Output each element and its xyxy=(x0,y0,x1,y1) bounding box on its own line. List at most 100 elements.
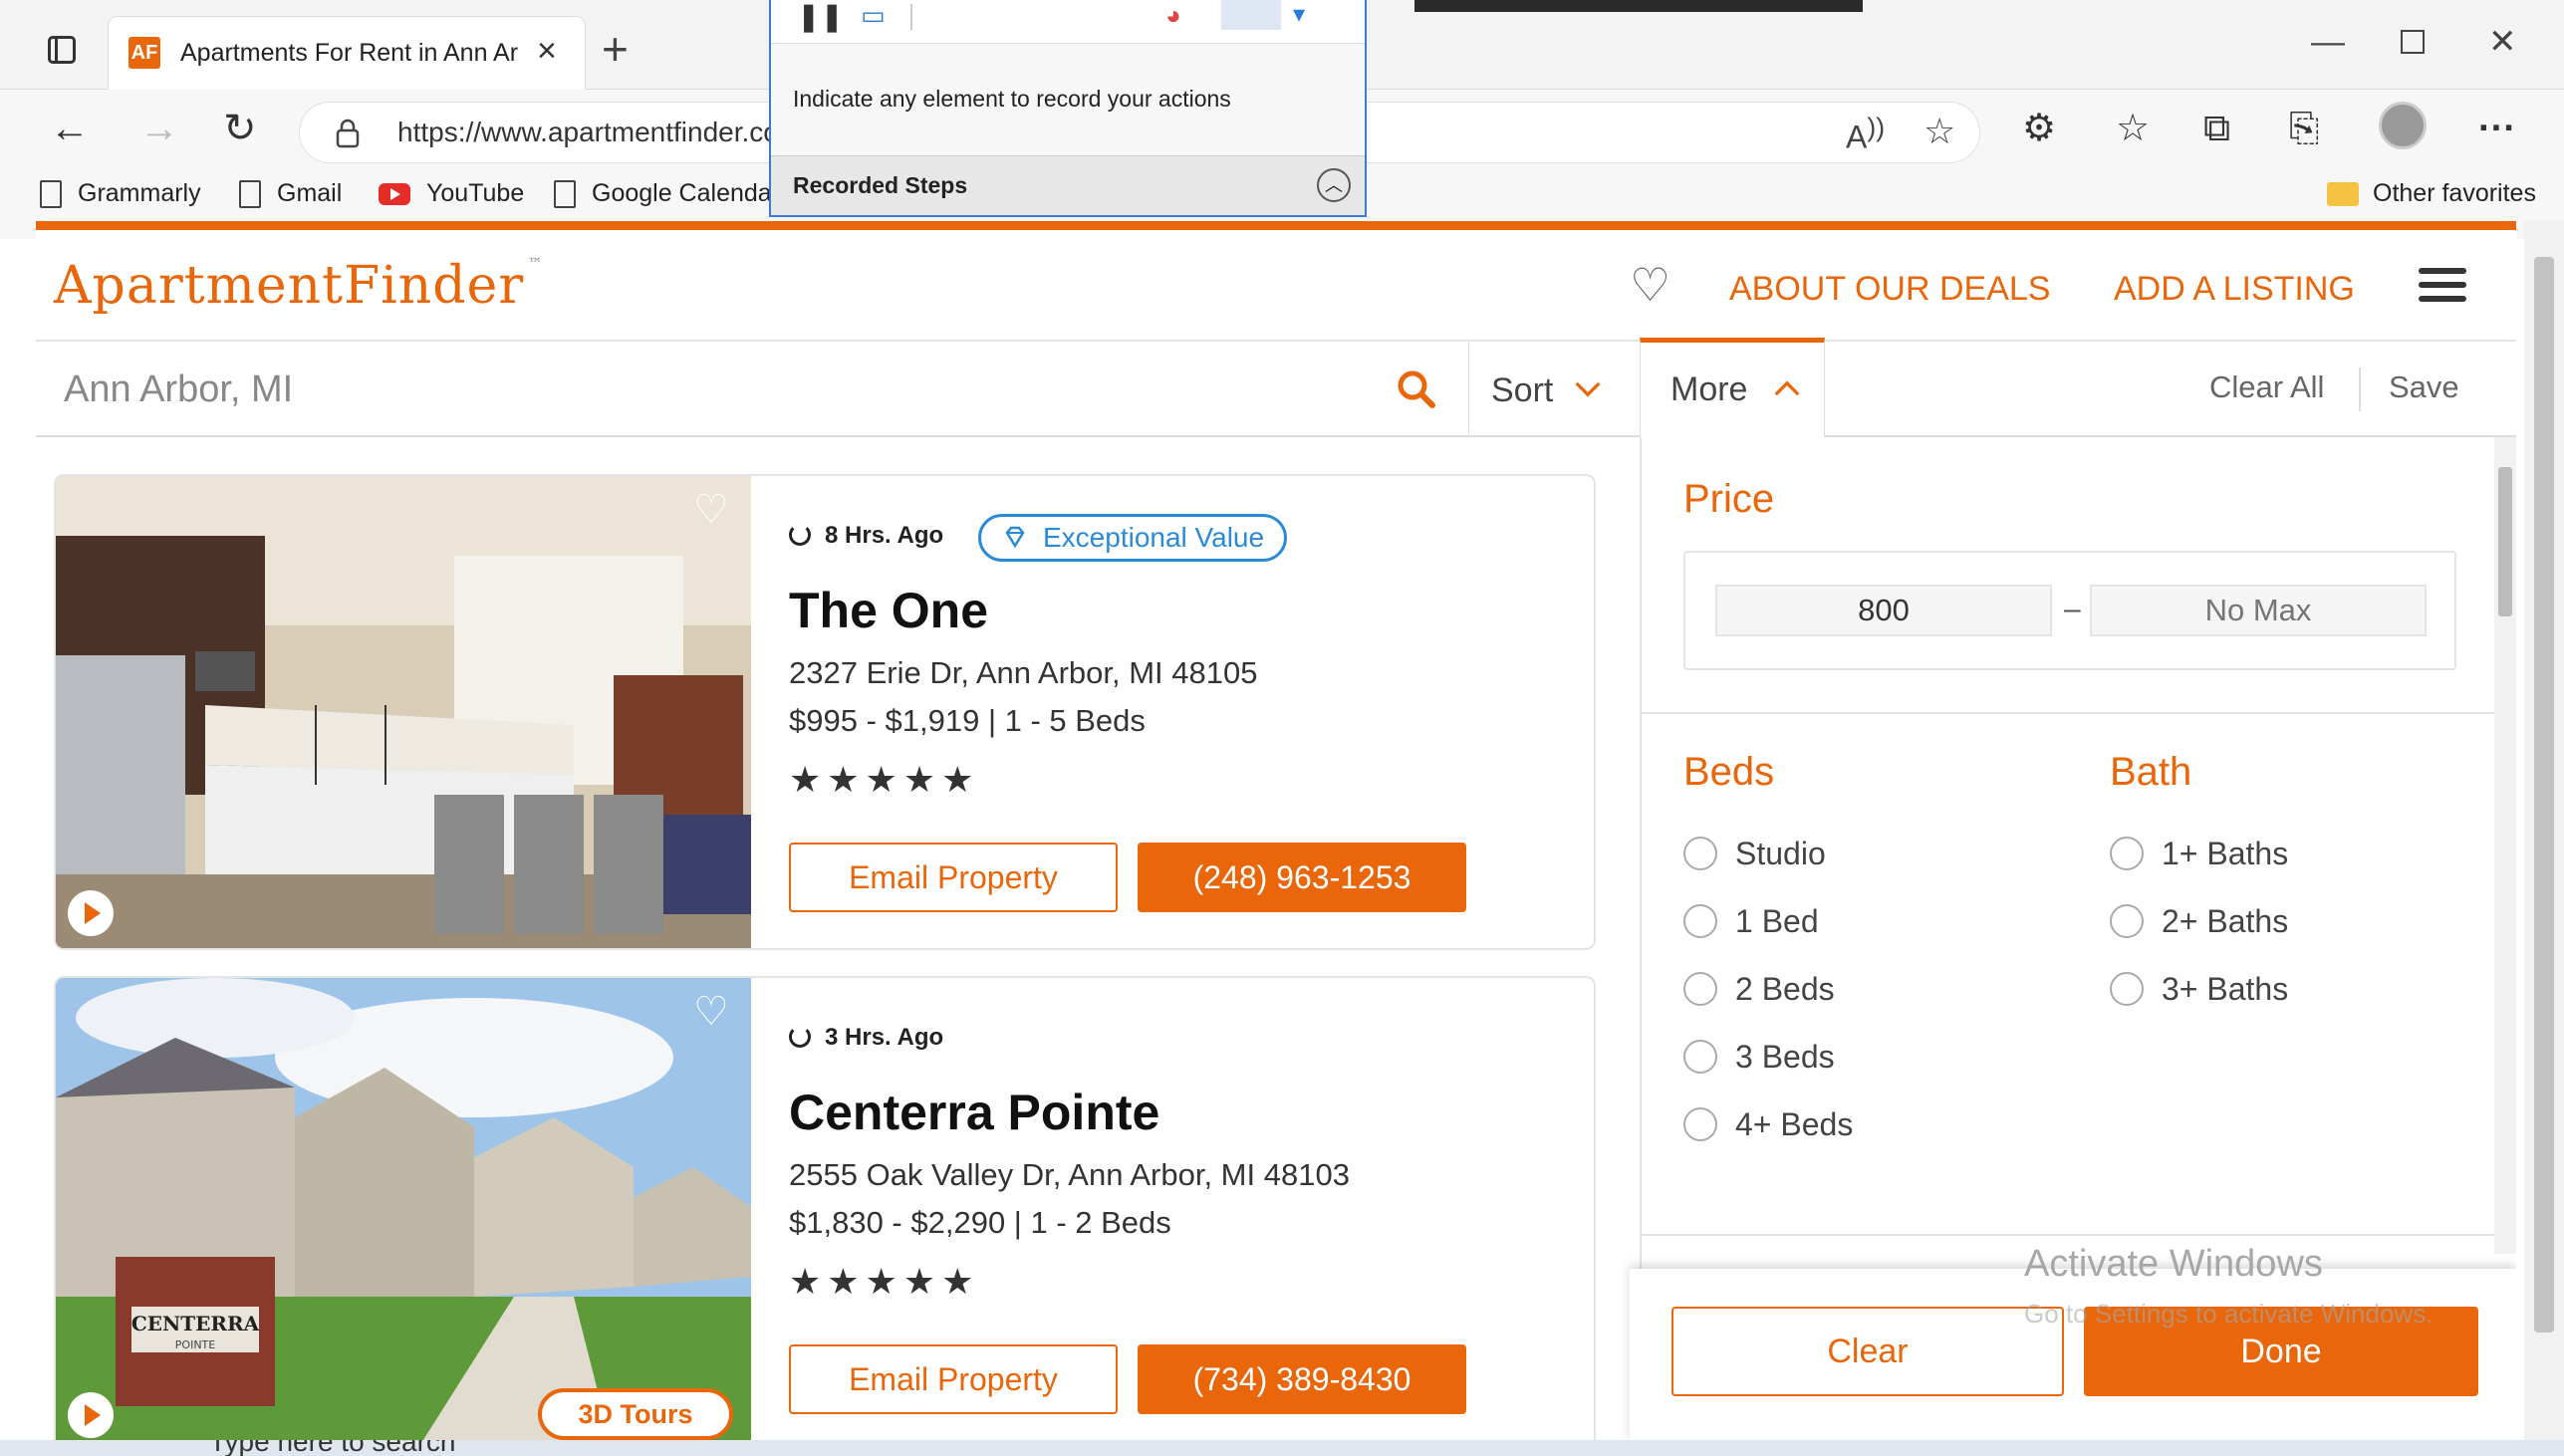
listing-details: 3 Hrs. Ago Centerra Pointe 2555 Oak Vall… xyxy=(789,978,1566,1442)
property-name[interactable]: The One xyxy=(789,582,988,639)
radio-button[interactable] xyxy=(2110,903,2144,938)
radio-button[interactable] xyxy=(2110,971,2144,1006)
email-property-button[interactable]: Email Property xyxy=(789,843,1118,912)
email-property-button[interactable]: Email Property xyxy=(789,1344,1118,1414)
phone-button[interactable]: (734) 389-8430 xyxy=(1138,1344,1466,1414)
activate-windows-watermark: Activate Windows xyxy=(2024,1243,2323,1285)
hamburger-menu-icon[interactable] xyxy=(2419,268,2466,306)
page-scrollbar[interactable] xyxy=(2524,221,2564,1442)
radio-button[interactable] xyxy=(1683,1039,1717,1074)
folder-icon xyxy=(2327,182,2359,207)
recorded-steps-header: Recorded Steps ︿ xyxy=(771,155,1365,215)
beds-option-3[interactable]: 3 Beds xyxy=(1683,1039,1835,1077)
collections-icon[interactable]: ⧉ xyxy=(2203,106,2230,151)
favorites-heart-icon[interactable]: ♡ xyxy=(1630,260,1670,310)
bath-heading: Bath xyxy=(2110,750,2192,794)
sort-label: Sort xyxy=(1491,371,1554,409)
read-aloud-icon[interactable]: A)) xyxy=(1846,113,1885,156)
nav-about-our-deals[interactable]: ABOUT OUR DEALS xyxy=(1729,270,2050,309)
site-header: ApartmentFinder ™ ♡ ABOUT OUR DEALS ADD A… xyxy=(36,230,2516,342)
sign-subtext: POINTE xyxy=(175,1338,215,1351)
beds-option-studio[interactable]: Studio xyxy=(1683,836,1826,873)
nav-add-a-listing[interactable]: ADD A LISTING xyxy=(2114,270,2355,309)
sync-icon[interactable]: ⎘ xyxy=(2289,106,2319,151)
beds-heading: Beds xyxy=(1683,750,1775,794)
price-max-input[interactable] xyxy=(2090,585,2427,636)
save-listing-heart-icon[interactable]: ♡ xyxy=(693,490,729,530)
bookmark-other-favorites[interactable]: Other favorites xyxy=(2327,179,2536,208)
panel-scrollbar[interactable] xyxy=(2494,437,2516,1254)
listing-photo[interactable]: CENTERRA POINTE ♡ 3D Tours xyxy=(56,978,751,1442)
save-search-link[interactable]: Save xyxy=(2389,369,2459,405)
more-filters-button[interactable]: More xyxy=(1640,338,1825,437)
tab-actions-icon[interactable] xyxy=(38,30,86,72)
taskbar-search-box[interactable]: Type here to search xyxy=(209,1440,455,1456)
site-logo[interactable]: ApartmentFinder ™ xyxy=(54,256,543,316)
search-filter-bar: Sort More Clear All Save xyxy=(36,338,2516,437)
bookmark-gmail[interactable]: Gmail xyxy=(239,179,342,209)
beds-option-4plus[interactable]: 4+ Beds xyxy=(1683,1106,1853,1144)
property-price-beds: $1,830 - $2,290 | 1 - 2 Beds xyxy=(789,1205,1171,1240)
help-icon[interactable]: ◕ xyxy=(1165,0,1181,31)
listing-photo[interactable]: ♡ xyxy=(56,476,751,948)
scrollbar-thumb[interactable] xyxy=(2498,467,2512,616)
radio-button[interactable] xyxy=(2110,836,2144,870)
phone-button[interactable]: (248) 963-1253 xyxy=(1138,843,1466,912)
forward-arrow-icon[interactable]: → xyxy=(139,104,179,153)
reload-icon[interactable]: ↻ xyxy=(223,104,257,153)
window-close-icon[interactable]: ✕ xyxy=(2488,22,2517,62)
refresh-icon xyxy=(789,1025,811,1048)
price-min-input[interactable] xyxy=(1715,585,2052,636)
settings-toggle[interactable] xyxy=(1221,0,1281,30)
browser-tab-active[interactable]: AF Apartments For Rent in Ann Arbor × xyxy=(108,16,586,90)
radio-button[interactable] xyxy=(1683,1106,1717,1141)
new-tab-icon[interactable]: + xyxy=(602,26,629,72)
radio-button[interactable] xyxy=(1683,971,1717,1006)
youtube-icon xyxy=(379,183,410,206)
radio-button[interactable] xyxy=(1683,836,1717,870)
window-maximize-icon[interactable] xyxy=(2401,30,2425,54)
overlay-banner xyxy=(1414,0,1863,12)
more-menu-icon[interactable]: ··· xyxy=(2478,106,2516,151)
add-comment-icon[interactable]: ▭ xyxy=(861,0,886,31)
window-minimize-icon[interactable]: — xyxy=(2311,22,2345,62)
listing-card[interactable]: CENTERRA POINTE ♡ 3D Tours 3 Hrs. Ago Ce… xyxy=(54,976,1596,1442)
chevron-up-icon xyxy=(1774,380,1800,406)
filter-panel-footer: Clear Done xyxy=(1630,1269,2516,1442)
steps-recorder-popup: ❚❚ ▭ ◕ ▾ Indicate any element to record … xyxy=(769,0,1367,217)
beds-option-2[interactable]: 2 Beds xyxy=(1683,971,1835,1009)
scrollbar-thumb[interactable] xyxy=(2534,257,2554,1333)
location-search-input[interactable] xyxy=(64,360,1418,419)
clear-all-link[interactable]: Clear All xyxy=(2209,369,2324,405)
play-video-icon[interactable] xyxy=(68,1392,114,1438)
favorites-icon[interactable]: ☆ xyxy=(2116,106,2150,151)
sort-dropdown[interactable]: Sort xyxy=(1468,342,1638,437)
property-name[interactable]: Centerra Pointe xyxy=(789,1084,1159,1141)
bookmark-google-calendar[interactable]: Google Calendar xyxy=(554,179,780,209)
os-taskbar: Type here to search xyxy=(0,1440,2564,1456)
extensions-icon[interactable]: ⚙ xyxy=(2022,106,2056,151)
clear-filters-button[interactable]: Clear xyxy=(1671,1307,2064,1396)
radio-button[interactable] xyxy=(1683,903,1717,938)
play-video-icon[interactable] xyxy=(68,890,114,936)
back-arrow-icon[interactable]: ← xyxy=(50,104,90,153)
tab-close-icon[interactable]: × xyxy=(537,31,557,71)
bath-option-3plus[interactable]: 3+ Baths xyxy=(2110,971,2288,1009)
3d-tours-button[interactable]: 3D Tours xyxy=(538,1388,733,1440)
updated-time: 3 Hrs. Ago xyxy=(789,1024,943,1052)
listing-card[interactable]: ♡ 8 Hrs. Ago Exceptional Value The One 2… xyxy=(54,474,1596,950)
page-icon xyxy=(239,180,261,209)
pause-icon[interactable]: ❚❚ xyxy=(797,0,844,33)
divider xyxy=(2359,367,2361,411)
save-listing-heart-icon[interactable]: ♡ xyxy=(693,992,729,1032)
collapse-icon[interactable]: ︿ xyxy=(1317,168,1351,202)
search-icon[interactable] xyxy=(1395,367,1438,411)
bookmark-grammarly[interactable]: Grammarly xyxy=(40,179,201,209)
beds-option-1[interactable]: 1 Bed xyxy=(1683,903,1819,941)
dropdown-icon[interactable]: ▾ xyxy=(1293,0,1305,29)
profile-avatar[interactable] xyxy=(2379,102,2427,149)
add-favorite-icon[interactable]: ☆ xyxy=(1923,111,1955,152)
bath-option-2plus[interactable]: 2+ Baths xyxy=(2110,903,2288,941)
bookmark-youtube[interactable]: YouTube xyxy=(379,179,524,208)
bath-option-1plus[interactable]: 1+ Baths xyxy=(2110,836,2288,873)
